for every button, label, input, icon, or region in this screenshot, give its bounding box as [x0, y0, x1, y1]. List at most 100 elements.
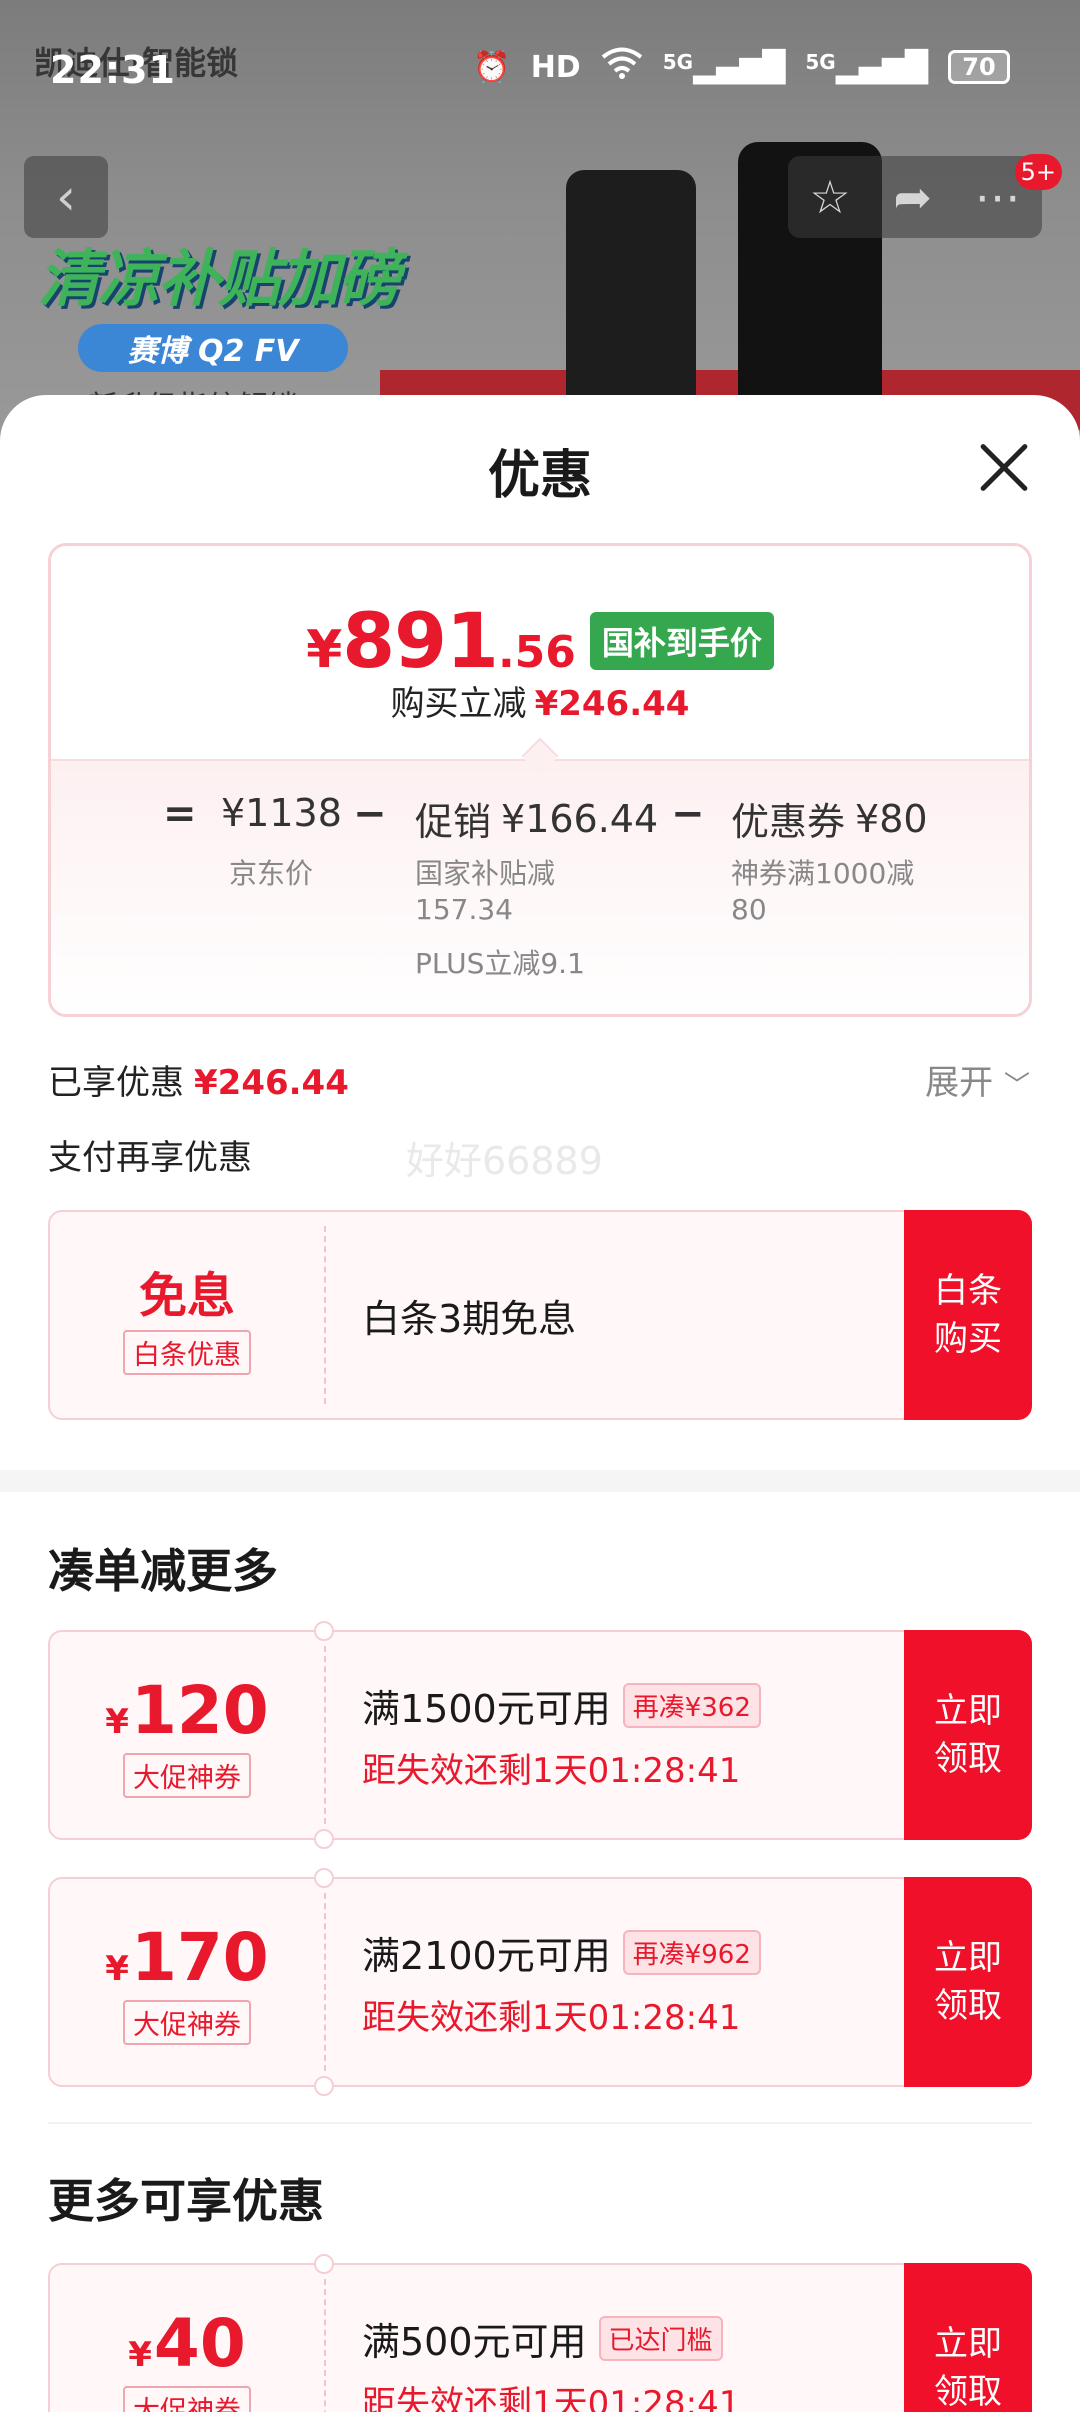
- share-icon[interactable]: ➦: [893, 170, 932, 224]
- signal-icon-2: 5G▂▄▆█: [805, 49, 928, 85]
- claim-line2: 领取: [934, 1739, 1002, 1779]
- promo-model: 赛博 Q2 FV: [78, 324, 348, 372]
- price-top: ¥891.56 国补到手价 购买立减 ¥246.44: [51, 546, 1029, 759]
- chevron-down-icon: ﹀: [1003, 1071, 1030, 1101]
- claim-coupon-button[interactable]: 立即 领取: [904, 1877, 1032, 2087]
- wifi-icon: [601, 46, 643, 88]
- expand-button[interactable]: 展开 ﹀: [925, 1055, 1030, 1104]
- coupon-left: ¥120 大促神券: [50, 1632, 324, 1838]
- coupon-notch: [314, 1868, 334, 1888]
- baitiao-desc: 白条3期免息: [362, 1296, 577, 1341]
- coupon-condition-row: 满500元可用 已达门槛: [362, 2311, 900, 2366]
- coupon-tag: 大促神券: [123, 2386, 251, 2412]
- enjoyed-label: 已享优惠: [48, 1063, 184, 1103]
- status-time: 22:31: [50, 48, 176, 92]
- baitiao-buy-line1: 白条: [934, 1271, 1002, 1311]
- coupon-amount: 优惠券 ¥80: [731, 791, 928, 846]
- section-divider: [48, 2122, 1032, 2124]
- coupon-label: 优惠券: [731, 800, 846, 844]
- promo-value: ¥166.44: [501, 796, 659, 841]
- coupon-pill: 再凑¥362: [622, 1683, 761, 1728]
- coupon-yen: ¥: [128, 2335, 152, 2375]
- coupon-left: ¥40 大促神券: [50, 2265, 324, 2412]
- watermark: 好好66889: [406, 1139, 603, 1183]
- top-action-bar: ☆ ➦ ⋯: [788, 156, 1042, 238]
- baitiao-big: 免息: [138, 1267, 235, 1324]
- coupon-pill: 再凑¥962: [622, 1930, 761, 1975]
- coupon-mid: 满500元可用 已达门槛 距失效还剩1天01:28:41: [362, 2265, 900, 2412]
- coupon-divider: [324, 1226, 326, 1404]
- coupon-notch: [314, 1829, 334, 1849]
- coupon-amount-display: ¥120: [105, 1672, 268, 1749]
- coupon-mid: 满1500元可用 再凑¥362 距失效还剩1天01:28:41: [362, 1632, 900, 1838]
- coupon-left: ¥170 大促神券: [50, 1879, 324, 2085]
- promo-label: 促销: [415, 800, 492, 844]
- signal-label-2: 5G: [805, 49, 836, 74]
- baitiao-tag: 白条优惠: [123, 1329, 251, 1375]
- close-icon[interactable]: [976, 439, 1032, 495]
- claim-coupon-button[interactable]: 立即 领取: [904, 1630, 1032, 1840]
- alarm-icon: ⏰: [473, 49, 511, 85]
- coupon-tag: 大促神券: [123, 2000, 251, 2045]
- coupon-value: 120: [130, 1672, 269, 1749]
- baitiao-left: 免息 白条优惠: [50, 1212, 324, 1418]
- coupon-amount-display: ¥170: [105, 1919, 268, 1996]
- promo-sub-national-label: 国家补贴减: [415, 857, 556, 890]
- coupon-card: ¥40 大促神券 满500元可用 已达门槛 距失效还剩1天01:28:41 立即 …: [48, 2254, 1032, 2412]
- claim-coupon-button[interactable]: 立即 领取: [904, 2263, 1032, 2412]
- claim-line1: 立即: [934, 2324, 1002, 2364]
- reduce-label: 购买立减: [390, 684, 527, 724]
- coupon-card: ¥120 大促神券 满1500元可用 再凑¥362 距失效还剩1天01:28:41…: [48, 1621, 1032, 1849]
- promo-amount: 促销 ¥166.44: [415, 791, 658, 846]
- price-currency: ¥: [306, 620, 343, 680]
- equals-sign: =: [163, 791, 197, 837]
- back-button[interactable]: ‹: [24, 156, 108, 238]
- discount-sheet: 优惠 ¥891.56 国补到手价 购买立减 ¥246.44 = ¥1138 京东价…: [0, 395, 1080, 2412]
- minus-sign-2: −: [671, 791, 705, 837]
- claim-line2: 领取: [934, 1986, 1002, 2026]
- coupon-divider: [324, 1646, 326, 1824]
- coupon-divider: [324, 2279, 326, 2412]
- claim-line1: 立即: [934, 1691, 1002, 1731]
- coupon-yen: ¥: [105, 1949, 129, 1989]
- back-icon: ‹: [56, 168, 76, 226]
- pay-more-label: 支付再享优惠: [48, 1138, 252, 1178]
- coupon-divider: [324, 1893, 326, 2071]
- price-integer: 891: [342, 596, 499, 685]
- expand-label: 展开: [925, 1063, 994, 1103]
- price-card: ¥891.56 国补到手价 购买立减 ¥246.44 = ¥1138 京东价 − …: [48, 543, 1032, 1017]
- status-icons: ⏰ HD 5G▂▄▆█ 5G▂▄▆█ 70: [473, 46, 1010, 88]
- enjoyed-discount-row: 已享优惠 ¥246.44: [48, 1055, 349, 1104]
- coupon-yen: ¥: [105, 1702, 129, 1742]
- coupon-value: 170: [130, 1919, 269, 1996]
- cart-badge: 5+: [1014, 154, 1062, 190]
- promo-sub-plus: PLUS立减9.1: [415, 947, 585, 980]
- coupon-sub-label: 神券满1000减: [731, 857, 915, 890]
- coupon-condition-row: 满2100元可用 再凑¥962: [362, 1925, 900, 1980]
- coupon-notch: [314, 2076, 334, 2096]
- coupon-condition: 满500元可用: [362, 2320, 587, 2364]
- more-icon[interactable]: ⋯: [975, 170, 1021, 224]
- coupon-sub-value: 80: [731, 893, 767, 926]
- coupon-notch: [314, 1621, 334, 1641]
- purchase-reduce-row: 购买立减 ¥246.44: [51, 676, 1029, 725]
- baitiao-buy-button[interactable]: 白条 购买: [904, 1210, 1032, 1420]
- coupon-value: ¥80: [855, 796, 928, 841]
- coupon-card: ¥170 大促神券 满2100元可用 再凑¥962 距失效还剩1天01:28:41…: [48, 1868, 1032, 2096]
- coupon-pill: 已达门槛: [598, 2316, 723, 2361]
- coupon-mid: 满2100元可用 再凑¥962 距失效还剩1天01:28:41: [362, 1879, 900, 2085]
- final-price: ¥891.56: [306, 596, 576, 685]
- sheet-title: 优惠: [487, 446, 592, 506]
- hd-icon: HD: [530, 49, 581, 85]
- coupon-countdown: 距失效还剩1天01:28:41: [362, 1751, 741, 1791]
- star-icon[interactable]: ☆: [809, 170, 850, 224]
- coupon-condition-row: 满1500元可用 再凑¥362: [362, 1678, 900, 1733]
- baitiao-mid: 白条3期免息: [362, 1212, 900, 1418]
- enjoyed-value: ¥246.44: [194, 1063, 349, 1103]
- signal-icon-1: 5G▂▄▆█: [662, 49, 786, 85]
- coupon-countdown: 距失效还剩1天01:28:41: [362, 2384, 741, 2412]
- jd-price: ¥1138: [221, 791, 342, 835]
- coupon-sub: 神券满1000减 80: [731, 856, 914, 928]
- reduce-value: ¥246.44: [534, 684, 690, 724]
- price-decimal: .56: [497, 627, 576, 678]
